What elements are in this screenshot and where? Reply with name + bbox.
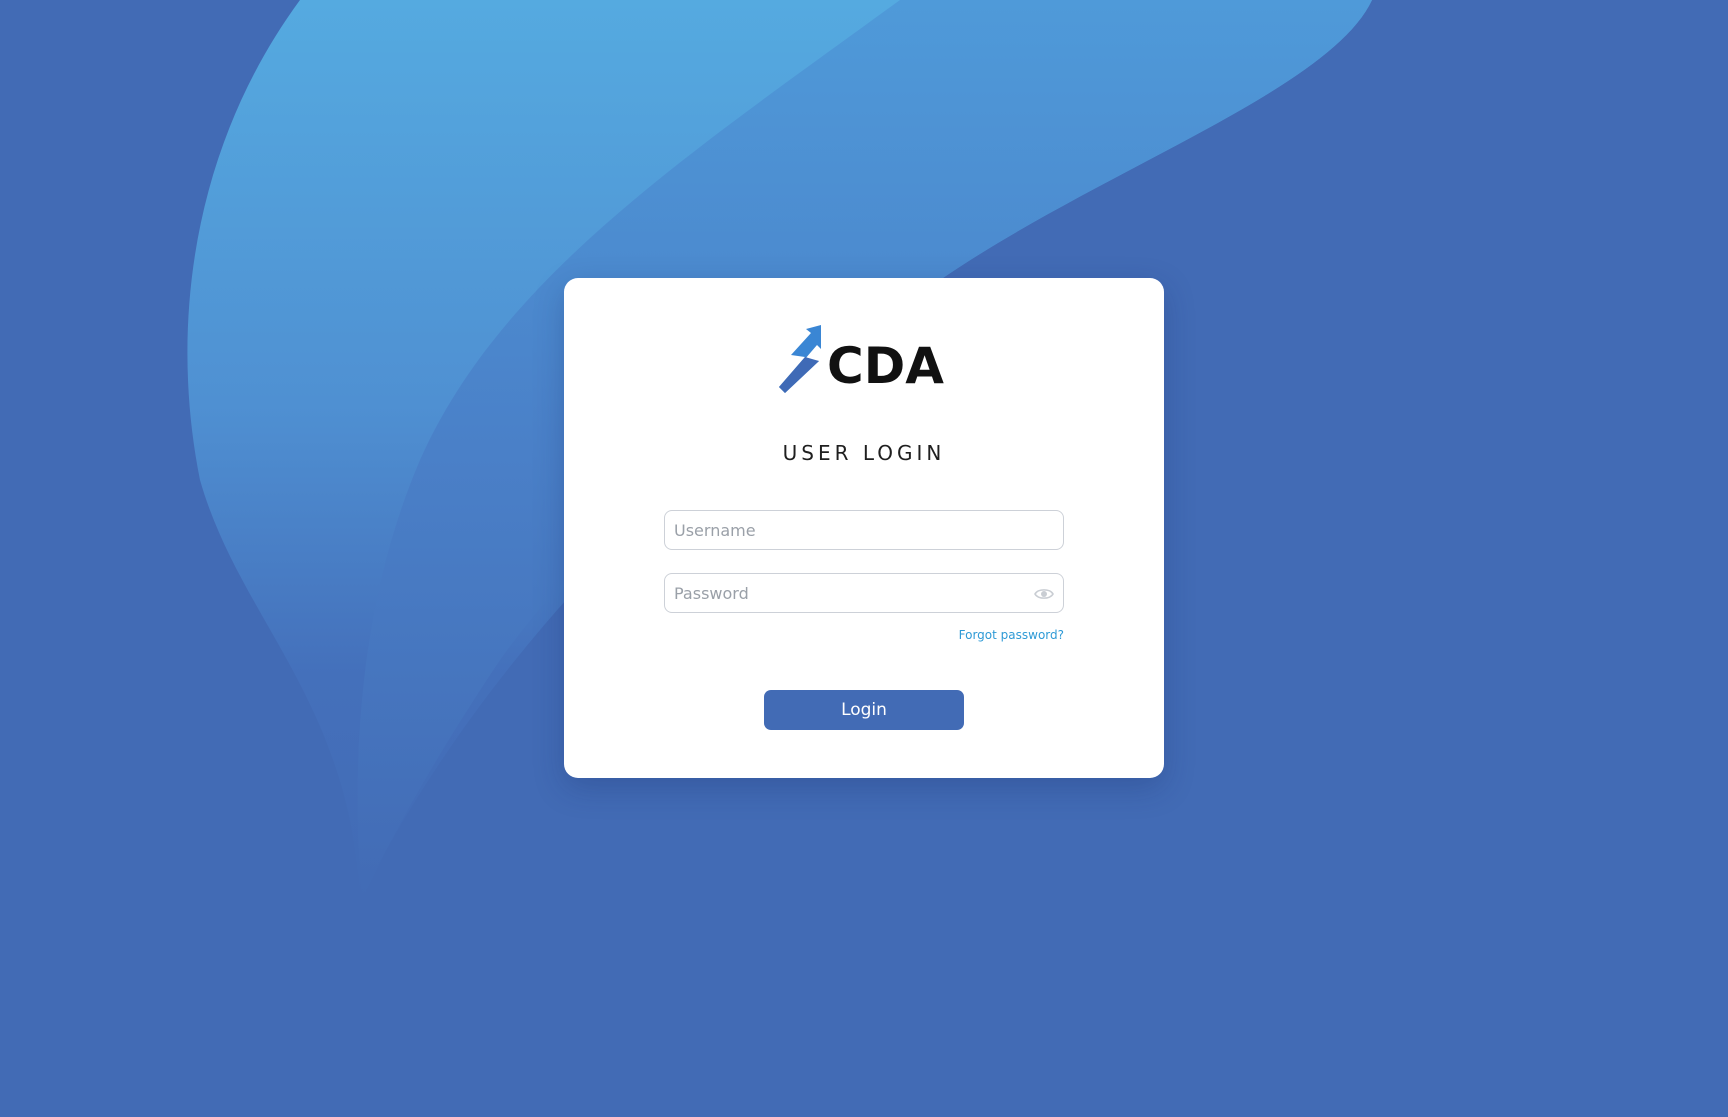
- username-field: [664, 510, 1064, 550]
- lightning-arrow-icon: [779, 325, 821, 393]
- login-button[interactable]: Login: [764, 690, 964, 730]
- brand-logo: CDA: [777, 325, 951, 395]
- eye-icon[interactable]: [1034, 586, 1054, 602]
- brand-logo-text: CDA: [827, 337, 944, 395]
- username-input[interactable]: [665, 511, 1063, 549]
- forgot-password-link[interactable]: Forgot password?: [900, 628, 1064, 642]
- password-input[interactable]: [665, 574, 1063, 612]
- password-field: [664, 573, 1064, 613]
- login-title: USER LOGIN: [782, 441, 946, 465]
- login-page: CDA USER LOGIN Forgot password? Login: [0, 0, 1728, 1117]
